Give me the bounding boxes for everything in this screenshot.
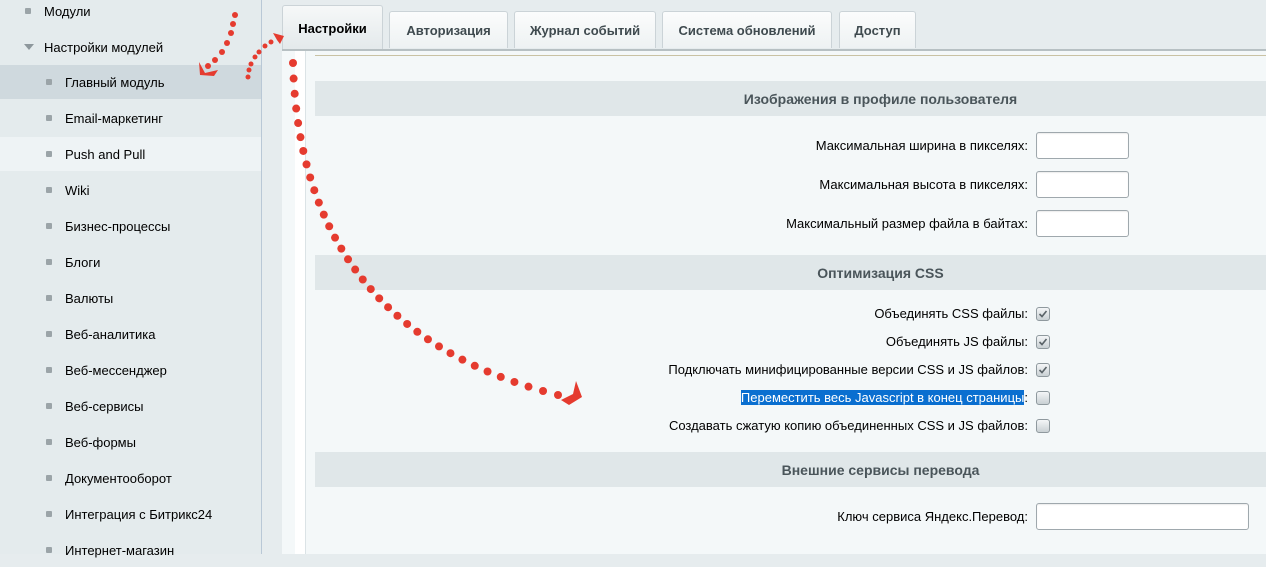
sidebar-item-main-module[interactable]: Главный модуль — [0, 65, 261, 99]
option-row-merge-css: Объединять CSS файлы: — [315, 300, 1266, 328]
sidebar-item-web-forms[interactable]: Веб-формы — [0, 425, 261, 459]
sidebar-item-modules[interactable]: Модули — [0, 0, 261, 28]
sidebar-item-web-services[interactable]: Веб-сервисы — [0, 389, 261, 423]
move-js-label: Переместить весь Javascript в конец стра… — [740, 390, 1028, 405]
checkmark-icon — [1038, 366, 1048, 374]
merge-js-label: Объединять JS файлы: — [885, 334, 1028, 349]
option-row-merge-js: Объединять JS файлы: — [315, 328, 1266, 356]
max-width-input[interactable] — [1036, 132, 1129, 159]
sidebar-item-business-processes[interactable]: Бизнес-процессы — [0, 209, 261, 243]
bullet-icon — [46, 331, 52, 337]
compressed-copy-checkbox[interactable] — [1036, 419, 1050, 433]
panel-top-line — [315, 55, 1266, 56]
tab-bar: Настройки Авторизация Журнал событий Сис… — [282, 5, 1266, 50]
gutter — [262, 0, 282, 554]
minified-checkbox[interactable] — [1036, 363, 1050, 377]
max-file-size-input[interactable] — [1036, 210, 1129, 237]
section-header-css-optimization: Оптимизация CSS — [315, 255, 1266, 290]
sidebar-item-online-store[interactable]: Интернет-магазин — [0, 533, 261, 567]
sidebar-item-web-messenger[interactable]: Веб-мессенджер — [0, 353, 261, 387]
sidebar-item-email-marketing[interactable]: Email-маркетинг — [0, 101, 261, 135]
field-row-max-width: Максимальная ширина в пикселях: — [315, 132, 1266, 160]
bullet-icon — [46, 547, 52, 553]
yandex-key-label: Ключ сервиса Яндекс.Перевод: — [837, 509, 1028, 524]
bullet-icon — [46, 475, 52, 481]
option-row-minified: Подключать минифицированные версии CSS и… — [315, 356, 1266, 384]
bullet-icon — [46, 187, 52, 193]
bullet-icon — [46, 403, 52, 409]
option-row-compressed-copy: Создавать сжатую копию объединенных CSS … — [315, 412, 1266, 440]
merge-css-label: Объединять CSS файлы: — [874, 306, 1028, 321]
tab-access[interactable]: Доступ — [839, 11, 916, 48]
sidebar-item-wiki[interactable]: Wiki — [0, 173, 261, 207]
bullet-icon — [46, 115, 52, 121]
option-row-move-js: Переместить весь Javascript в конец стра… — [315, 384, 1266, 412]
tab-authorization[interactable]: Авторизация — [389, 11, 508, 48]
merge-css-checkbox[interactable] — [1036, 307, 1050, 321]
bullet-icon — [46, 79, 52, 85]
move-js-checkbox[interactable] — [1036, 391, 1050, 405]
field-row-max-file-size: Максимальный размер файла в байтах: — [315, 210, 1266, 238]
compressed-copy-label: Создавать сжатую копию объединенных CSS … — [668, 418, 1028, 433]
sidebar-item-document-flow[interactable]: Документооборот — [0, 461, 261, 495]
sidebar-item-web-analytics[interactable]: Веб-аналитика — [0, 317, 261, 351]
bullet-icon — [46, 511, 52, 517]
section-header-profile-images: Изображения в профиле пользователя — [315, 81, 1266, 116]
field-row-yandex-key: Ключ сервиса Яндекс.Перевод: — [315, 503, 1266, 531]
bullet-icon — [25, 8, 31, 14]
tab-update-system[interactable]: Система обновлений — [662, 11, 832, 48]
max-width-label: Максимальная ширина в пикселях: — [815, 138, 1028, 153]
triangle-down-icon[interactable] — [24, 44, 34, 50]
tab-settings[interactable]: Настройки — [282, 5, 383, 50]
bullet-icon — [46, 223, 52, 229]
max-height-label: Максимальная высота в пикселях: — [819, 177, 1028, 192]
checkmark-icon — [1038, 338, 1048, 346]
minified-label: Подключать минифицированные версии CSS и… — [668, 362, 1028, 377]
max-file-size-label: Максимальный размер файла в байтах: — [786, 216, 1028, 231]
bullet-icon — [46, 295, 52, 301]
text-selection: Переместить весь Javascript в конец стра… — [740, 390, 1025, 405]
sidebar-item-bitrix24-integration[interactable]: Интеграция с Битрикс24 — [0, 497, 261, 531]
sidebar-item-push-and-pull[interactable]: Push and Pull — [0, 137, 261, 171]
tab-event-log[interactable]: Журнал событий — [514, 11, 656, 48]
checkmark-icon — [1038, 310, 1048, 318]
sidebar-item-blogs[interactable]: Блоги — [0, 245, 261, 279]
merge-js-checkbox[interactable] — [1036, 335, 1050, 349]
field-row-max-height: Максимальная высота в пикселях: — [315, 171, 1266, 199]
panel-border — [295, 51, 306, 554]
sidebar-item-currencies[interactable]: Валюты — [0, 281, 261, 315]
bullet-icon — [46, 151, 52, 157]
bullet-icon — [46, 259, 52, 265]
max-height-input[interactable] — [1036, 171, 1129, 198]
sidebar-item-module-settings[interactable]: Настройки модулей — [0, 30, 261, 64]
sidebar: Модули Настройки модулей Главный модуль … — [0, 0, 262, 558]
bullet-icon — [46, 367, 52, 373]
yandex-key-input[interactable] — [1036, 503, 1249, 530]
bullet-icon — [46, 439, 52, 445]
section-header-translation-services: Внешние сервисы перевода — [315, 452, 1266, 487]
